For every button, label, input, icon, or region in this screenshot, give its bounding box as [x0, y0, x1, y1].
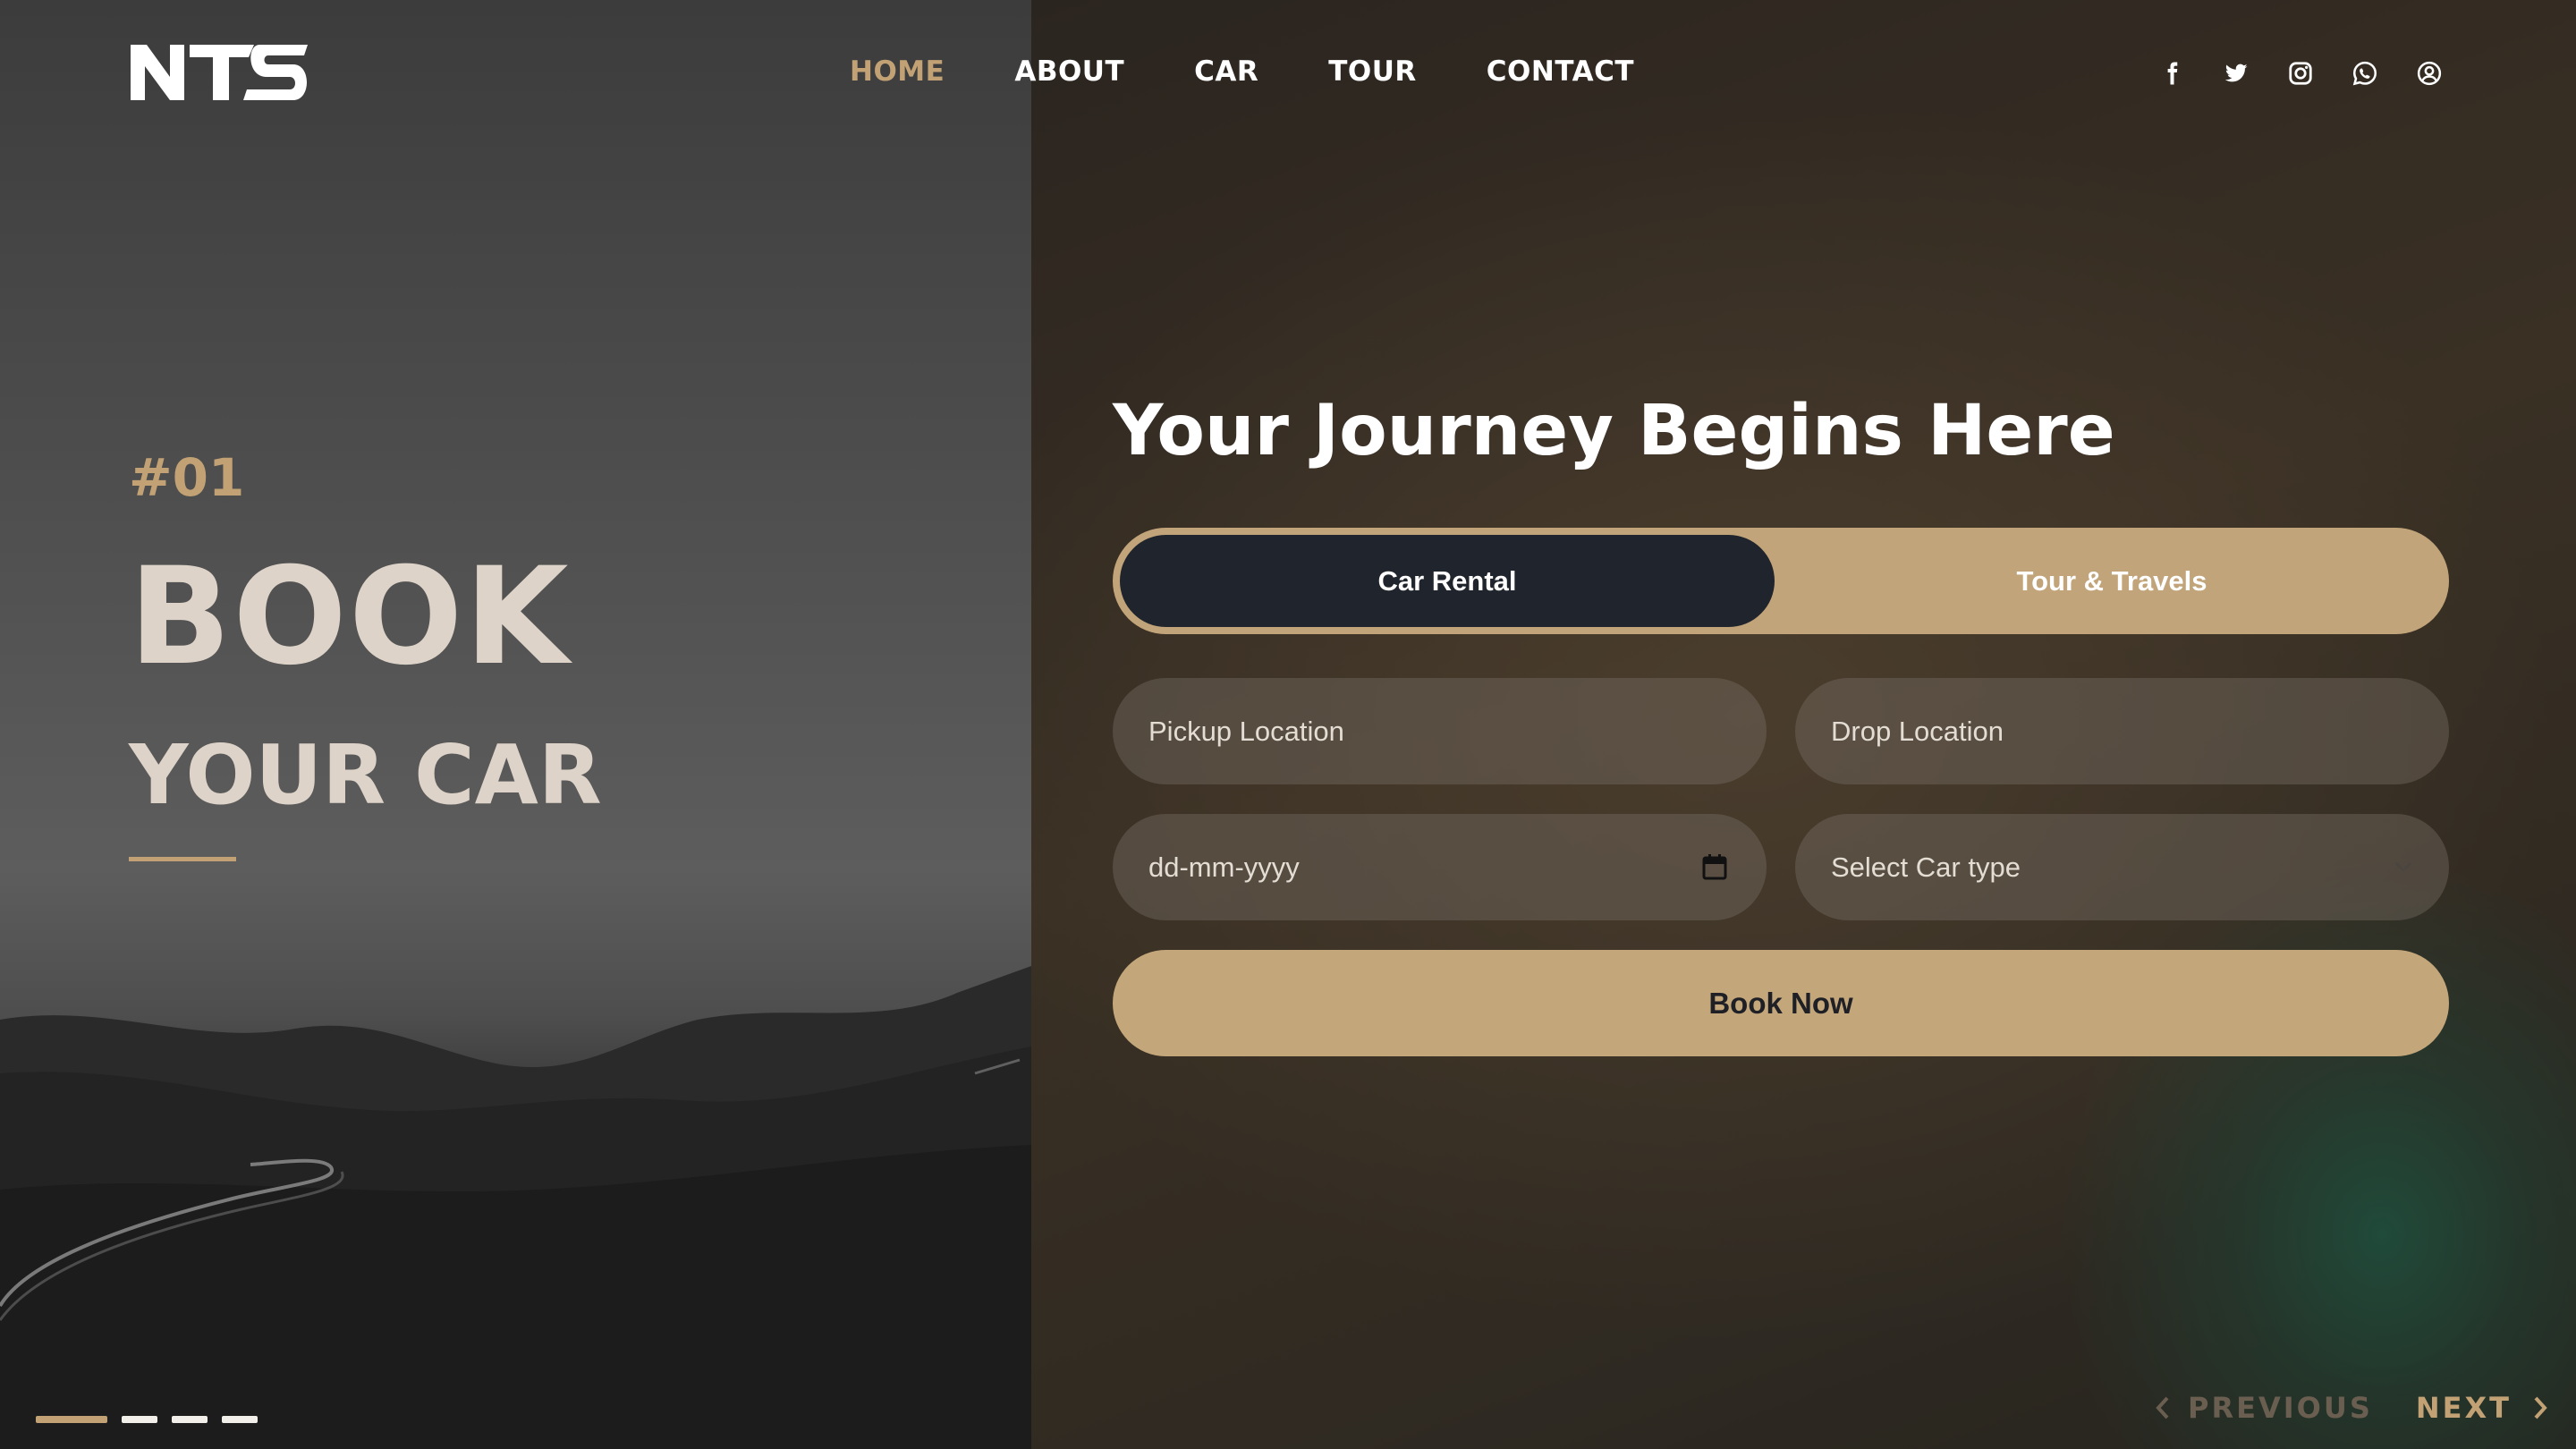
- pickup-location-placeholder: Pickup Location: [1148, 715, 1344, 747]
- slide-indicators: [36, 1416, 272, 1423]
- date-placeholder: dd-mm-yyyy: [1148, 851, 1300, 883]
- next-label: NEXT: [2415, 1391, 2512, 1425]
- book-now-button[interactable]: Book Now: [1113, 950, 2449, 1056]
- slide-indicator-3[interactable]: [172, 1416, 208, 1423]
- landscape-road-image: [0, 966, 1031, 1449]
- drop-location-placeholder: Drop Location: [1831, 715, 2004, 747]
- slide-indicator-1[interactable]: [36, 1416, 107, 1423]
- drop-location-input[interactable]: Drop Location: [1795, 678, 2449, 784]
- slide-indicator-2[interactable]: [122, 1416, 157, 1423]
- calendar-icon[interactable]: [1702, 853, 1727, 880]
- pickup-location-input[interactable]: Pickup Location: [1113, 678, 1767, 784]
- chevron-left-icon: [2156, 1396, 2169, 1419]
- twitter-icon[interactable]: [2218, 55, 2254, 91]
- nav-item-car[interactable]: CAR: [1194, 52, 1258, 91]
- whatsapp-icon[interactable]: [2347, 55, 2383, 91]
- slide-indicator-4[interactable]: [222, 1416, 258, 1423]
- nav-item-home[interactable]: HOME: [850, 52, 945, 91]
- date-input[interactable]: dd-mm-yyyy: [1113, 814, 1767, 920]
- main-nav: HOME ABOUT CAR TOUR CONTACT: [850, 52, 1704, 91]
- facebook-icon[interactable]: [2154, 55, 2190, 91]
- booking-form-title: Your Journey Begins Here: [1113, 391, 2115, 471]
- hero-background-image: [0, 0, 1031, 1449]
- previous-label: PREVIOUS: [2188, 1391, 2373, 1425]
- tab-tour-travels[interactable]: Tour & Travels: [1782, 535, 2442, 627]
- car-type-placeholder: Select Car type: [1831, 851, 2021, 883]
- nav-item-tour[interactable]: TOUR: [1328, 52, 1417, 91]
- chevron-down-icon: [2394, 861, 2412, 873]
- hero-title: BOOK: [129, 539, 571, 695]
- hero-subtitle: YOUR CAR: [129, 727, 602, 823]
- car-type-select[interactable]: Select Car type: [1795, 814, 2449, 920]
- nts-logo[interactable]: [129, 41, 309, 102]
- instagram-icon[interactable]: [2283, 55, 2318, 91]
- page: HOME ABOUT CAR TOUR CONTACT #01 BOOK YOU…: [0, 0, 2576, 1449]
- hero-divider: [129, 857, 236, 861]
- booking-tabs: Car Rental Tour & Travels: [1113, 528, 2449, 634]
- slide-pager: PREVIOUS NEXT: [2154, 1391, 2549, 1425]
- social-links: [2154, 55, 2476, 91]
- user-account-icon[interactable]: [2411, 55, 2447, 91]
- next-button[interactable]: NEXT: [2416, 1391, 2549, 1425]
- nav-item-contact[interactable]: CONTACT: [1487, 52, 1634, 91]
- previous-button[interactable]: PREVIOUS: [2154, 1391, 2373, 1425]
- chevron-right-icon: [2534, 1396, 2547, 1419]
- tab-car-rental[interactable]: Car Rental: [1120, 535, 1775, 627]
- nav-item-about[interactable]: ABOUT: [1014, 52, 1124, 91]
- slide-number: #01: [129, 447, 245, 508]
